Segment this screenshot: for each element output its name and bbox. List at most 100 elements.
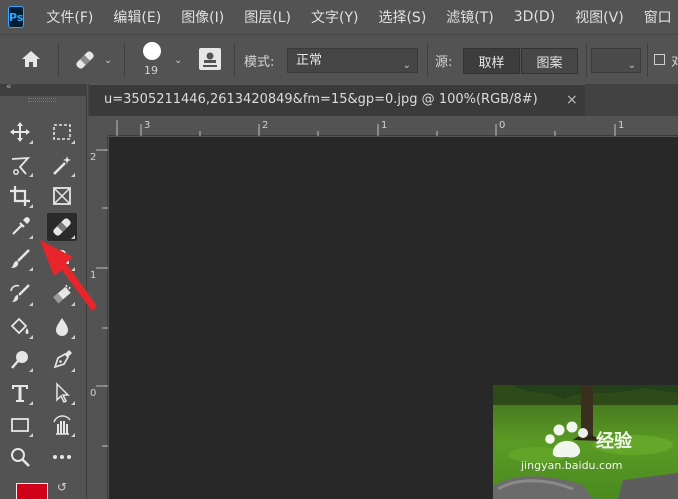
ruler-tick-label: 2 bbox=[90, 152, 97, 163]
magnifier-icon bbox=[11, 448, 30, 467]
ruler-origin[interactable] bbox=[88, 116, 108, 136]
close-icon[interactable]: × bbox=[566, 85, 578, 115]
type-icon bbox=[12, 385, 28, 402]
rotate-hand-icon bbox=[53, 415, 71, 435]
marquee-icon bbox=[53, 124, 71, 140]
dodge-tool[interactable] bbox=[5, 346, 35, 374]
swap-colors-icon[interactable]: ↺ bbox=[57, 480, 67, 494]
chevron-down-icon: ⌄ bbox=[627, 60, 636, 71]
foreground-color-swatch[interactable] bbox=[16, 483, 48, 499]
menu-filter[interactable]: 滤镜(T) bbox=[446, 7, 493, 27]
zoom-tool[interactable] bbox=[5, 443, 35, 471]
pattern-picker[interactable]: ⌄ bbox=[591, 48, 641, 73]
chevron-down-icon[interactable]: ⌄ bbox=[104, 55, 112, 66]
cursor-arrow-icon bbox=[56, 382, 70, 404]
mode-value: 正常 bbox=[296, 53, 323, 68]
type-tool[interactable] bbox=[5, 379, 35, 407]
ruler-tick-label: 0 bbox=[499, 120, 506, 131]
menu-view[interactable]: 视图(V) bbox=[575, 7, 624, 27]
clone-stamp-tool[interactable] bbox=[47, 245, 77, 273]
source-label: 源: bbox=[435, 55, 453, 70]
pattern-button[interactable]: 图案 bbox=[521, 48, 578, 74]
eraser-tool[interactable] bbox=[47, 280, 77, 308]
move-icon bbox=[10, 122, 30, 142]
aligned-checkbox[interactable] bbox=[654, 54, 665, 65]
watermark-brand: 经验 bbox=[596, 430, 633, 452]
sampled-button[interactable]: 取样 bbox=[463, 48, 520, 74]
ruler-tick-label: 1 bbox=[90, 270, 97, 281]
rectangle-icon bbox=[11, 418, 29, 432]
menu-select[interactable]: 选择(S) bbox=[378, 7, 426, 27]
path-selection-tool[interactable] bbox=[47, 379, 77, 407]
chevron-down-icon[interactable]: ⌄ bbox=[174, 55, 182, 66]
park-photo: 经验 jingyan.baidu.com bbox=[493, 385, 678, 499]
menu-file[interactable]: 文件(F) bbox=[46, 7, 93, 27]
ruler-tick-label: 1 bbox=[618, 120, 625, 131]
ruler-tick-label: 2 bbox=[262, 120, 269, 131]
chevron-down-icon: ⌄ bbox=[402, 60, 411, 71]
tools-panel-header[interactable]: « bbox=[0, 82, 87, 96]
document-tab[interactable]: u=3505211446,2613420849&fm=15&gp=0.jpg @… bbox=[90, 84, 585, 116]
document-image[interactable]: 经验 jingyan.baidu.com bbox=[493, 385, 678, 499]
magic-wand-tool[interactable] bbox=[47, 151, 77, 179]
tools-panel-grip[interactable] bbox=[28, 98, 56, 102]
move-tool[interactable] bbox=[5, 118, 35, 146]
tool-preset-picker[interactable] bbox=[72, 47, 98, 77]
menu-window[interactable]: 窗口 bbox=[644, 7, 672, 27]
options-bar: ⌄ 19 ⌄ 模式: 正常 ⌄ 源: 取样 图案 ⌄ 对 bbox=[0, 34, 678, 84]
menu-bar: Ps 文件(F) 编辑(E) 图像(I) 图层(L) 文字(Y) 选择(S) 滤… bbox=[0, 0, 678, 34]
crop-tool[interactable] bbox=[5, 182, 35, 210]
horizontal-ruler[interactable]: 3 2 1 0 1 bbox=[108, 116, 678, 136]
healing-brush-tool[interactable] bbox=[47, 213, 77, 241]
ruler-ticks bbox=[116, 120, 616, 136]
history-brush-tool[interactable] bbox=[5, 280, 35, 308]
collapse-icon[interactable]: « bbox=[6, 82, 12, 92]
magic-wand-icon bbox=[53, 156, 71, 175]
brush-tool[interactable] bbox=[5, 245, 35, 273]
menu-layer[interactable]: 图层(L) bbox=[244, 7, 291, 27]
paint-bucket-tool[interactable] bbox=[5, 313, 35, 341]
tools-panel: « ↺ bbox=[0, 82, 87, 499]
lasso-tool[interactable] bbox=[5, 151, 35, 179]
home-icon bbox=[22, 51, 40, 67]
bandage-icon bbox=[53, 218, 71, 236]
menu-image[interactable]: 图像(I) bbox=[181, 7, 224, 27]
vertical-ruler[interactable]: 2 1 0 bbox=[88, 136, 108, 499]
lasso-icon bbox=[11, 156, 31, 175]
ruler-tick-label: 1 bbox=[381, 120, 388, 131]
brush-size-value: 19 bbox=[144, 64, 158, 77]
photoshop-logo[interactable]: Ps bbox=[8, 6, 25, 28]
aligned-label: 对 bbox=[671, 55, 678, 70]
menu-edit[interactable]: 编辑(E) bbox=[113, 7, 161, 27]
stamp-icon bbox=[203, 52, 217, 67]
blur-tool[interactable] bbox=[47, 313, 77, 341]
pen-tool[interactable] bbox=[47, 346, 77, 374]
home-button[interactable] bbox=[20, 49, 42, 73]
eyedropper-icon bbox=[12, 217, 30, 235]
ruler-ticks bbox=[96, 149, 108, 447]
ruler-tick-label: 3 bbox=[144, 120, 151, 131]
menu-type[interactable]: 文字(Y) bbox=[311, 7, 358, 27]
history-brush-icon bbox=[10, 284, 30, 302]
document-tab-title: u=3505211446,2613420849&fm=15&gp=0.jpg @… bbox=[104, 92, 538, 107]
marquee-tool[interactable] bbox=[47, 118, 77, 146]
ellipsis-icon bbox=[53, 455, 71, 459]
brush-panel-button[interactable] bbox=[199, 48, 221, 70]
rectangle-tool[interactable] bbox=[5, 411, 35, 439]
ruler-tick-label: 0 bbox=[90, 388, 97, 399]
brush-icon bbox=[11, 249, 30, 268]
dodge-icon bbox=[11, 351, 28, 369]
mode-dropdown[interactable]: 正常 ⌄ bbox=[287, 48, 418, 73]
eyedropper-tool[interactable] bbox=[5, 213, 35, 241]
stamp-icon bbox=[55, 250, 69, 264]
brush-tip-preview[interactable] bbox=[143, 42, 161, 60]
frame-icon bbox=[53, 187, 71, 205]
frame-tool[interactable] bbox=[47, 182, 77, 210]
hand-tool[interactable] bbox=[47, 411, 77, 439]
healing-brush-icon bbox=[76, 51, 94, 69]
mode-label: 模式: bbox=[244, 55, 275, 70]
pen-icon bbox=[53, 350, 72, 369]
paint-bucket-icon bbox=[10, 317, 29, 335]
more-tools[interactable] bbox=[47, 443, 77, 471]
menu-3d[interactable]: 3D(D) bbox=[514, 9, 555, 25]
